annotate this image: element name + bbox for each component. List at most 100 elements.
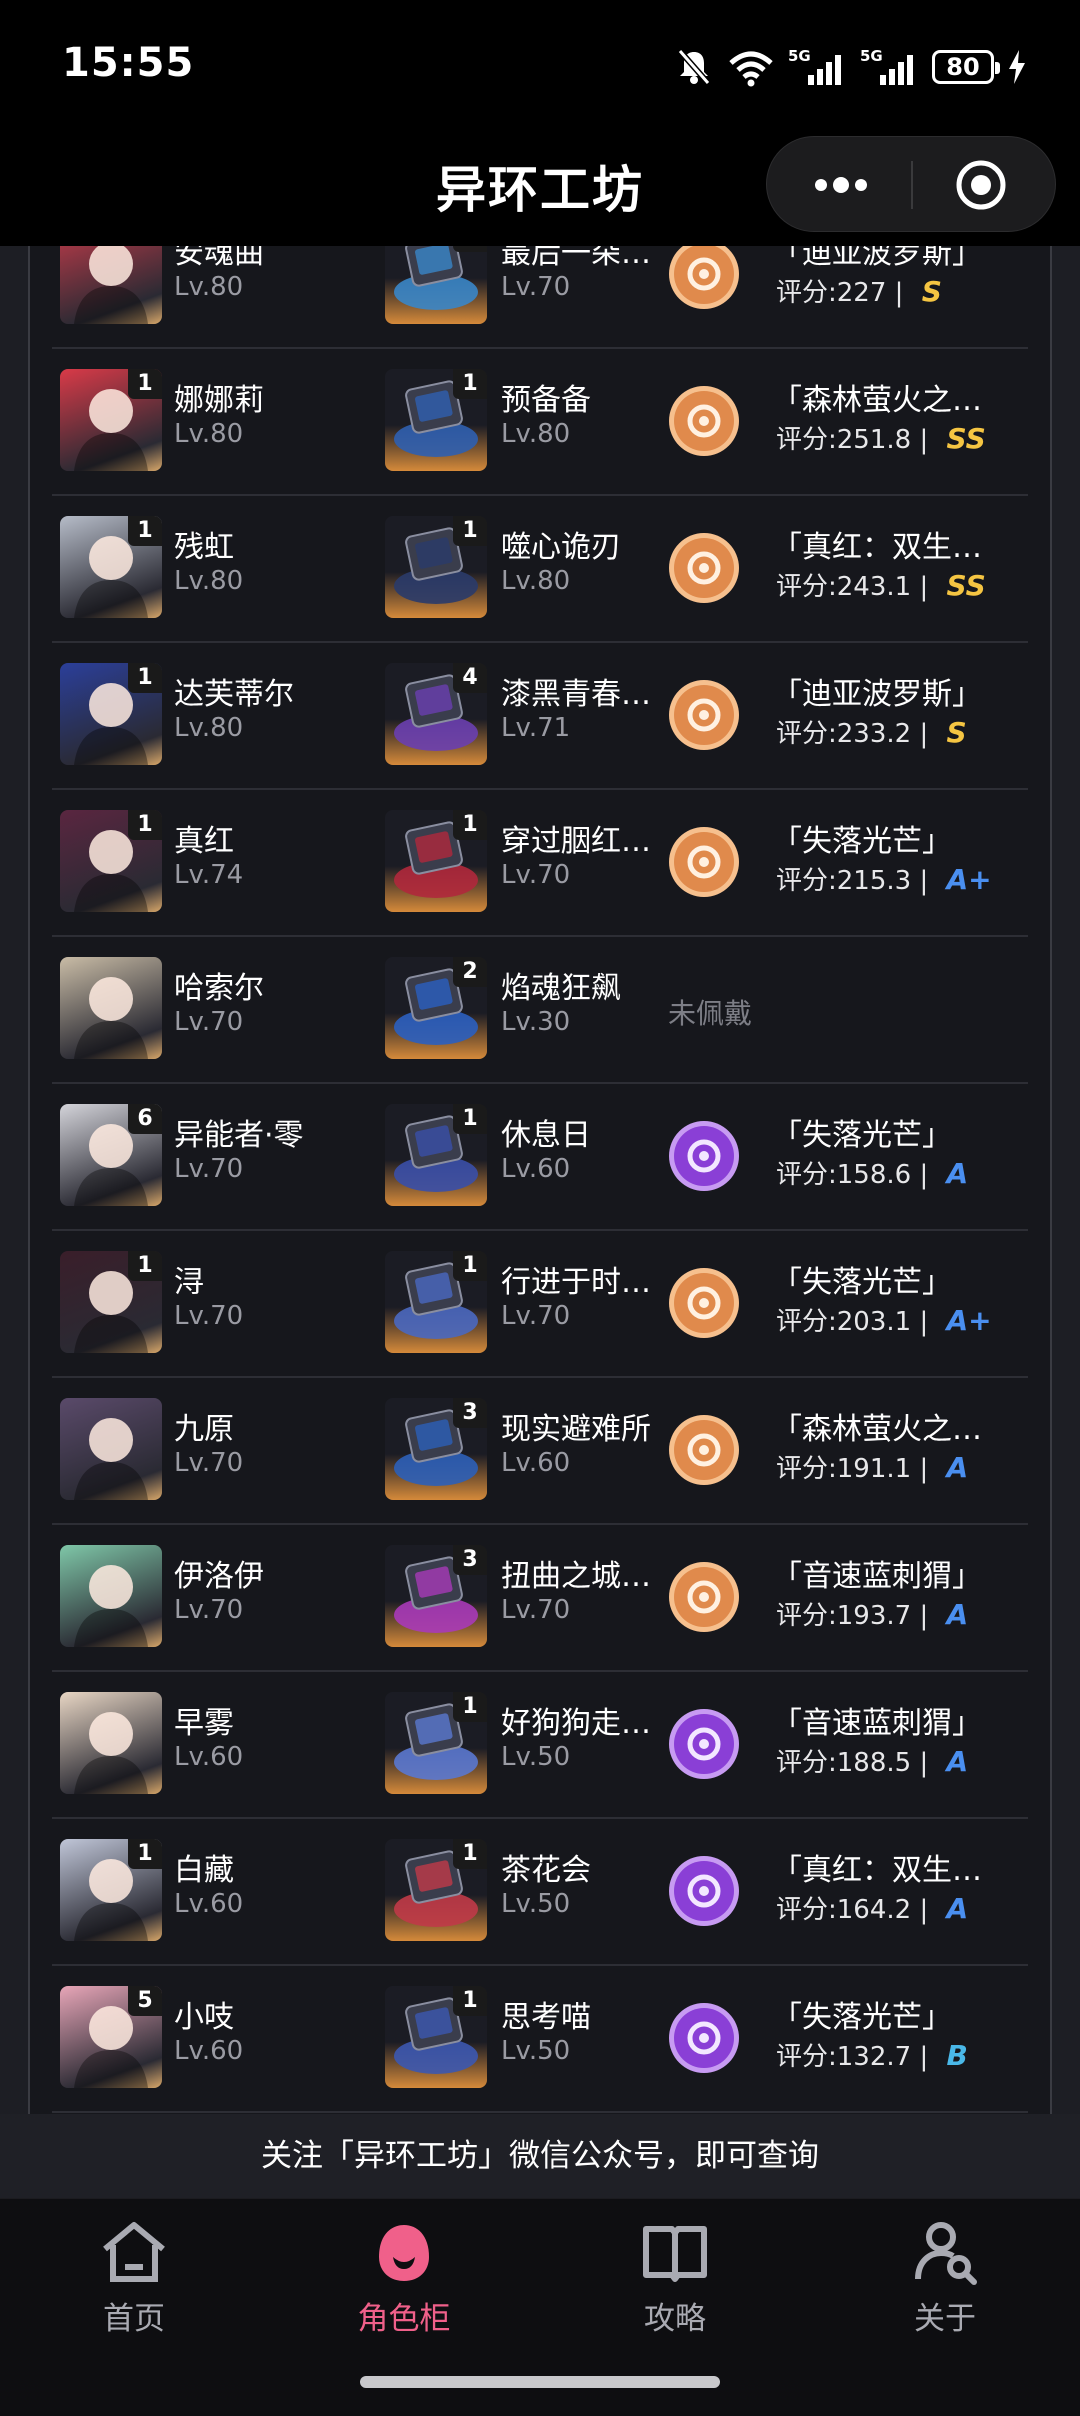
character-row[interactable]: 6 异能者·零 Lv.70 1 休息日 Lv.60 「失落光芒」 评分:158.6 | A (52, 1084, 1028, 1231)
weapon-card: 2 (385, 246, 487, 324)
character-level: Lv.70 (174, 1448, 244, 1478)
close-mini-program-icon[interactable] (955, 159, 1007, 211)
score-value: 评分:164.2 (776, 1895, 912, 1925)
home-indicator[interactable] (360, 2376, 720, 2388)
score-value: 评分:132.7 (776, 2042, 912, 2072)
score-value: 评分:188.5 (776, 1748, 912, 1778)
disc-set-name: 「真红：双生… (772, 530, 982, 565)
weapon-level: Lv.70 (501, 1301, 571, 1331)
score-value: 评分:203.1 (776, 1307, 912, 1337)
character-row[interactable]: 九原 Lv.70 3 现实避难所 Lv.60 「森林萤火之… 评分:191.1 | A (52, 1378, 1028, 1525)
weapon-card: 1 (385, 1839, 487, 1941)
score-line: 评分:164.2 | A (776, 1889, 968, 1926)
score-divider: | (911, 1307, 937, 1337)
weapon-icon (394, 246, 478, 310)
drive-disc-icon (669, 680, 739, 750)
character-row[interactable]: 1 浔 Lv.70 1 行进于时… Lv.70 「失落光芒」 评分:203.1 | A+ (52, 1231, 1028, 1378)
character-level: Lv.74 (174, 860, 244, 890)
character-name: 小吱 (174, 2000, 234, 2035)
grade-badge: A+ (946, 863, 992, 896)
tab-guides[interactable]: 攻略 (575, 2217, 775, 2338)
drive-disc-icon (669, 386, 739, 456)
score-divider: | (911, 1160, 937, 1190)
grade-badge: A+ (946, 1304, 992, 1337)
character-row[interactable]: 早雾 Lv.60 1 好狗狗走… Lv.50 「音速蓝刺猬」 评分:188.5 | A (52, 1672, 1028, 1819)
disc-set-name: 「音速蓝刺猬」 (772, 1706, 982, 1741)
drive-disc-icon (669, 1856, 739, 1926)
character-row[interactable]: 哈索尔 Lv.70 2 焰魂狂飙 Lv.30 未佩戴 (52, 937, 1028, 1084)
character-level: Lv.70 (174, 1595, 244, 1625)
book-icon (643, 2226, 707, 2282)
character-row[interactable]: 5 小吱 Lv.60 1 思考喵 Lv.50 「失落光芒」 评分:132.7 | B (52, 1966, 1028, 2113)
weapon-rank-badge: 2 (453, 246, 487, 252)
character-name: 白藏 (174, 1853, 234, 1888)
character-avatar: 1 (60, 1839, 162, 1941)
weapon-level: Lv.30 (501, 1007, 571, 1037)
weapon-level: Lv.50 (501, 1742, 571, 1772)
weapon-card: 1 (385, 1104, 487, 1206)
character-portrait-icon (74, 1418, 148, 1500)
score-value: 评分:193.7 (776, 1601, 912, 1631)
weapon-level: Lv.70 (501, 860, 571, 890)
character-avatar: 1 (60, 1251, 162, 1353)
svg-text:5G: 5G (788, 47, 811, 65)
character-avatar (60, 246, 162, 324)
status-time: 15:55 (62, 40, 195, 86)
dupe-count-badge: 1 (128, 663, 162, 693)
character-avatar (60, 957, 162, 1059)
score-line: 评分:158.6 | A (776, 1154, 968, 1191)
drive-disc-icon (669, 1268, 739, 1338)
score-line: 评分:227 | S (776, 272, 942, 309)
tab-characters[interactable]: 角色柜 (304, 2217, 504, 2338)
weapon-card: 1 (385, 1986, 487, 2088)
score-line: 评分:132.7 | B (776, 2036, 968, 2073)
character-list-area[interactable]: 安魂曲Lv.802最后一朵…Lv.70「迪亚波罗斯」评分:227 | S1娜娜莉… (0, 246, 1080, 2114)
character-level: Lv.80 (174, 566, 244, 596)
more-icon[interactable] (811, 173, 871, 197)
weapon-level: Lv.70 (501, 272, 571, 302)
character-avatar: 1 (60, 369, 162, 471)
user-search-icon (915, 2222, 977, 2285)
character-row[interactable]: 安魂曲Lv.80 2 最后一朵…Lv.70 「迪亚波罗斯」评分:227 | S (52, 246, 1028, 349)
dupe-count-badge: 6 (128, 1104, 162, 1134)
weapon-name: 思考喵 (501, 2000, 591, 2035)
character-name: 异能者·零 (174, 1118, 304, 1153)
grade-badge: S (921, 275, 942, 308)
weapon-card: 1 (385, 516, 487, 618)
weapon-name: 穿过胭红… (501, 824, 651, 859)
status-icons: 5G 5G 80 (674, 42, 1026, 92)
grade-badge: SS (946, 569, 986, 602)
weapon-rank-badge: 3 (453, 1545, 487, 1575)
character-portrait-icon (74, 246, 148, 324)
disc-set-name: 「迪亚波罗斯」 (772, 246, 982, 271)
weapon-name: 休息日 (501, 1118, 591, 1153)
character-row[interactable]: 伊洛伊 Lv.70 3 扭曲之城… Lv.70 「音速蓝刺猬」 评分:193.7 | A (52, 1525, 1028, 1672)
character-level: Lv.80 (174, 272, 244, 302)
weapon-level: Lv.80 (501, 419, 571, 449)
weapon-name: 现实避难所 (501, 1412, 651, 1447)
mute-bell-icon (677, 49, 711, 85)
character-icon (379, 2225, 429, 2281)
character-row[interactable]: 1 白藏 Lv.60 1 茶花会 Lv.50 「真红：双生… 评分:164.2 | A (52, 1819, 1028, 1966)
character-row[interactable]: 1 达芙蒂尔 Lv.80 4 漆黑青春… Lv.71 「迪亚波罗斯」 评分:233.2 | S (52, 643, 1028, 790)
weapon-level: Lv.71 (501, 713, 571, 743)
score-divider: | (911, 866, 937, 896)
character-row[interactable]: 1 真红 Lv.74 1 穿过胭红… Lv.70 「失落光芒」 评分:215.3 | A+ (52, 790, 1028, 937)
signal-5g-icon: 5G (788, 47, 841, 85)
score-divider: | (911, 1454, 937, 1484)
tab-home[interactable]: 首页 (34, 2217, 234, 2338)
weapon-name: 噬心诡刃 (501, 530, 621, 565)
character-name: 伊洛伊 (174, 1559, 264, 1594)
character-row[interactable]: 1 残虹 Lv.80 1 噬心诡刃 Lv.80 「真红：双生… 评分:243.1 | SS (52, 496, 1028, 643)
score-divider: | (911, 1748, 937, 1778)
status-bar: 15:55 5G 5G 80 (0, 0, 1080, 132)
disc-set-name: 「森林萤火之… (772, 383, 982, 418)
score-value: 评分:233.2 (776, 719, 912, 749)
score-divider: | (911, 572, 937, 602)
character-name: 九原 (174, 1412, 234, 1447)
character-row[interactable]: 1 娜娜莉 Lv.80 1 预备备 Lv.80 「森林萤火之… 评分:251.8 | SS (52, 349, 1028, 496)
drive-disc-icon (669, 1121, 739, 1191)
weapon-rank-badge: 3 (453, 1398, 487, 1428)
signal-5g-icon-2: 5G (860, 47, 913, 85)
tab-about[interactable]: 关于 (845, 2217, 1045, 2338)
